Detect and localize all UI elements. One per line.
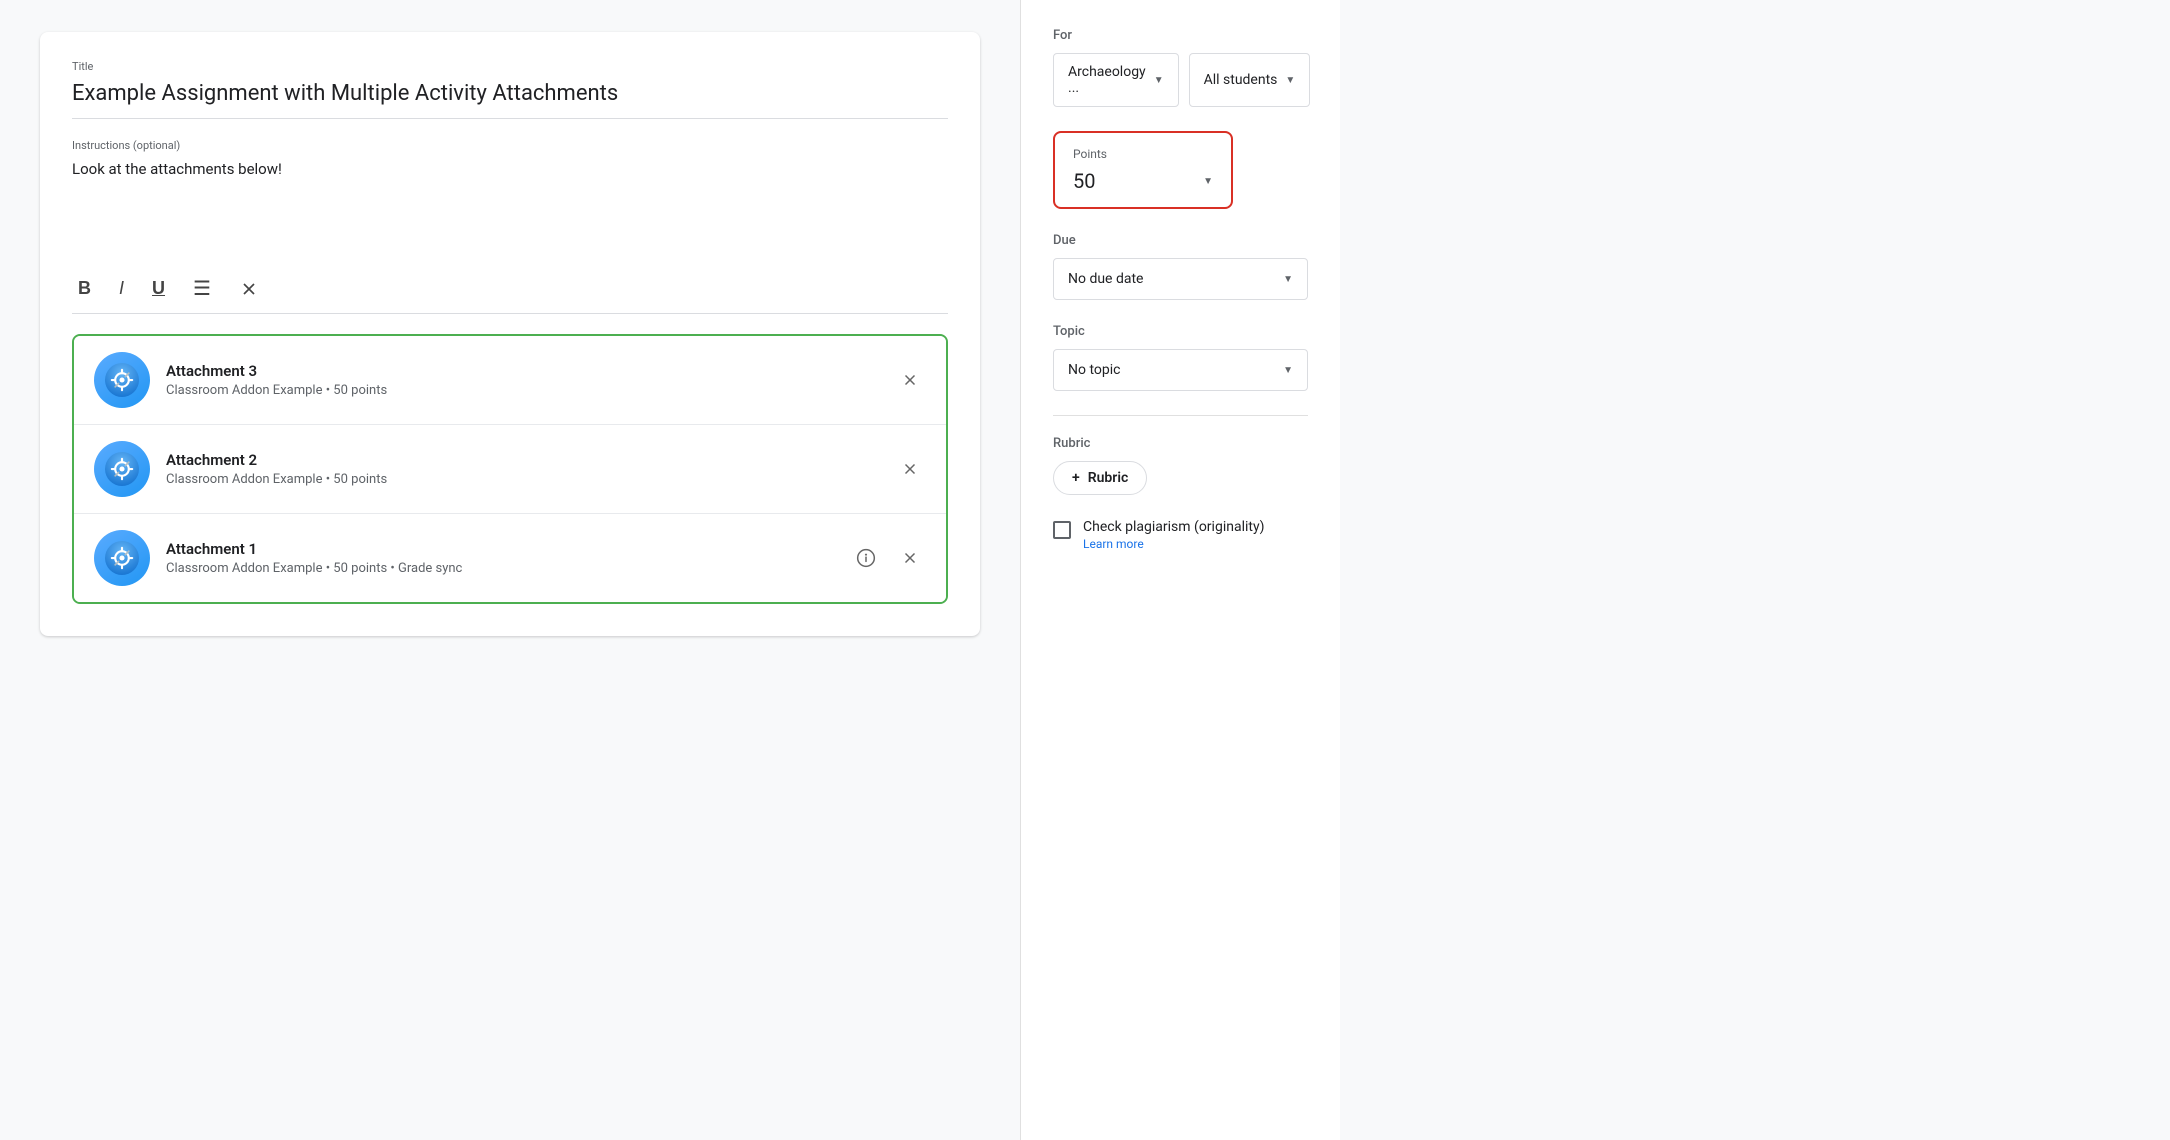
plagiarism-section: Check plagiarism (originality) Learn mor… xyxy=(1053,519,1308,551)
instructions-label: Instructions (optional) xyxy=(72,139,948,152)
points-label: Points xyxy=(1073,147,1213,161)
attachment-actions xyxy=(894,453,926,485)
remove-attachment-button[interactable] xyxy=(894,453,926,485)
attachment-info: Attachment 2 Classroom Addon Example • 5… xyxy=(166,451,878,487)
attachment-actions xyxy=(850,542,926,574)
due-dropdown[interactable]: No due date ▼ xyxy=(1053,258,1308,300)
due-dropdown-value: No due date xyxy=(1068,271,1143,287)
underline-button[interactable]: U xyxy=(146,274,171,303)
points-value-row: 50 ▼ xyxy=(1073,169,1213,193)
instructions-input[interactable]: Look at the attachments below! xyxy=(72,156,948,256)
rubric-label: Rubric xyxy=(1053,436,1308,451)
attachment-icon xyxy=(94,441,150,497)
points-box: Points 50 ▼ xyxy=(1053,131,1233,209)
topic-dropdown-chevron: ▼ xyxy=(1283,365,1293,376)
plagiarism-info: Check plagiarism (originality) Learn mor… xyxy=(1083,519,1264,551)
attachment-icon xyxy=(94,352,150,408)
title-label: Title xyxy=(72,60,948,73)
for-dropdowns: Archaeology ... ▼ All students ▼ xyxy=(1053,53,1308,107)
attachment-meta: Classroom Addon Example • 50 points xyxy=(166,472,878,487)
attachment-name: Attachment 1 xyxy=(166,540,834,558)
rubric-btn-label: Rubric xyxy=(1088,470,1129,486)
attachment-info: Attachment 1 Classroom Addon Example • 5… xyxy=(166,540,834,576)
plagiarism-label: Check plagiarism (originality) xyxy=(1083,519,1264,535)
attachment-name: Attachment 2 xyxy=(166,451,878,469)
attachment-meta: Classroom Addon Example • 50 points xyxy=(166,383,878,398)
plus-icon: + xyxy=(1072,470,1080,486)
instructions-section: Instructions (optional) Look at the atta… xyxy=(72,139,948,260)
attachment-meta: Classroom Addon Example • 50 points • Gr… xyxy=(166,561,834,576)
points-chevron-icon: ▼ xyxy=(1203,176,1213,187)
formatting-toolbar: B I U ☰ xyxy=(72,260,948,314)
attachment-info: Attachment 3 Classroom Addon Example • 5… xyxy=(166,362,878,398)
remove-attachment-button[interactable] xyxy=(894,542,926,574)
topic-dropdown[interactable]: No topic ▼ xyxy=(1053,349,1308,391)
list-item: Attachment 1 Classroom Addon Example • 5… xyxy=(74,514,946,602)
learn-more-link[interactable]: Learn more xyxy=(1083,537,1264,551)
italic-button[interactable]: I xyxy=(113,274,130,303)
list-button[interactable]: ☰ xyxy=(187,272,217,305)
points-value: 50 xyxy=(1073,169,1095,193)
due-section: Due No due date ▼ xyxy=(1053,233,1308,300)
add-rubric-button[interactable]: + Rubric xyxy=(1053,461,1147,495)
title-section: Title xyxy=(72,60,948,110)
students-dropdown-chevron: ▼ xyxy=(1285,75,1295,86)
attachments-container: Attachment 3 Classroom Addon Example • 5… xyxy=(72,334,948,604)
rubric-section: Rubric + Rubric xyxy=(1053,436,1308,495)
bold-button[interactable]: B xyxy=(72,274,97,303)
title-divider xyxy=(72,118,948,119)
attachment-name: Attachment 3 xyxy=(166,362,878,380)
list-item: Attachment 3 Classroom Addon Example • 5… xyxy=(74,336,946,425)
students-dropdown-value: All students xyxy=(1204,72,1278,88)
list-item: Attachment 2 Classroom Addon Example • 5… xyxy=(74,425,946,514)
info-button[interactable] xyxy=(850,542,882,574)
class-dropdown-chevron: ▼ xyxy=(1154,75,1164,86)
sidebar: For Archaeology ... ▼ All students ▼ Poi… xyxy=(1020,0,1340,1140)
points-section: Points 50 ▼ xyxy=(1053,131,1308,209)
plagiarism-checkbox[interactable] xyxy=(1053,521,1071,539)
remove-attachment-button[interactable] xyxy=(894,364,926,396)
class-dropdown-value: Archaeology ... xyxy=(1068,64,1146,96)
due-dropdown-chevron: ▼ xyxy=(1283,274,1293,285)
topic-section: Topic No topic ▼ xyxy=(1053,324,1308,391)
due-label: Due xyxy=(1053,233,1308,248)
topic-dropdown-value: No topic xyxy=(1068,362,1120,378)
attachment-icon xyxy=(94,530,150,586)
sidebar-divider xyxy=(1053,415,1308,416)
students-dropdown[interactable]: All students ▼ xyxy=(1189,53,1311,107)
title-input[interactable] xyxy=(72,77,948,110)
clear-format-button[interactable] xyxy=(233,275,265,303)
class-dropdown[interactable]: Archaeology ... ▼ xyxy=(1053,53,1179,107)
for-section: For Archaeology ... ▼ All students ▼ xyxy=(1053,28,1308,107)
attachment-actions xyxy=(894,364,926,396)
topic-label: Topic xyxy=(1053,324,1308,339)
for-label: For xyxy=(1053,28,1308,43)
